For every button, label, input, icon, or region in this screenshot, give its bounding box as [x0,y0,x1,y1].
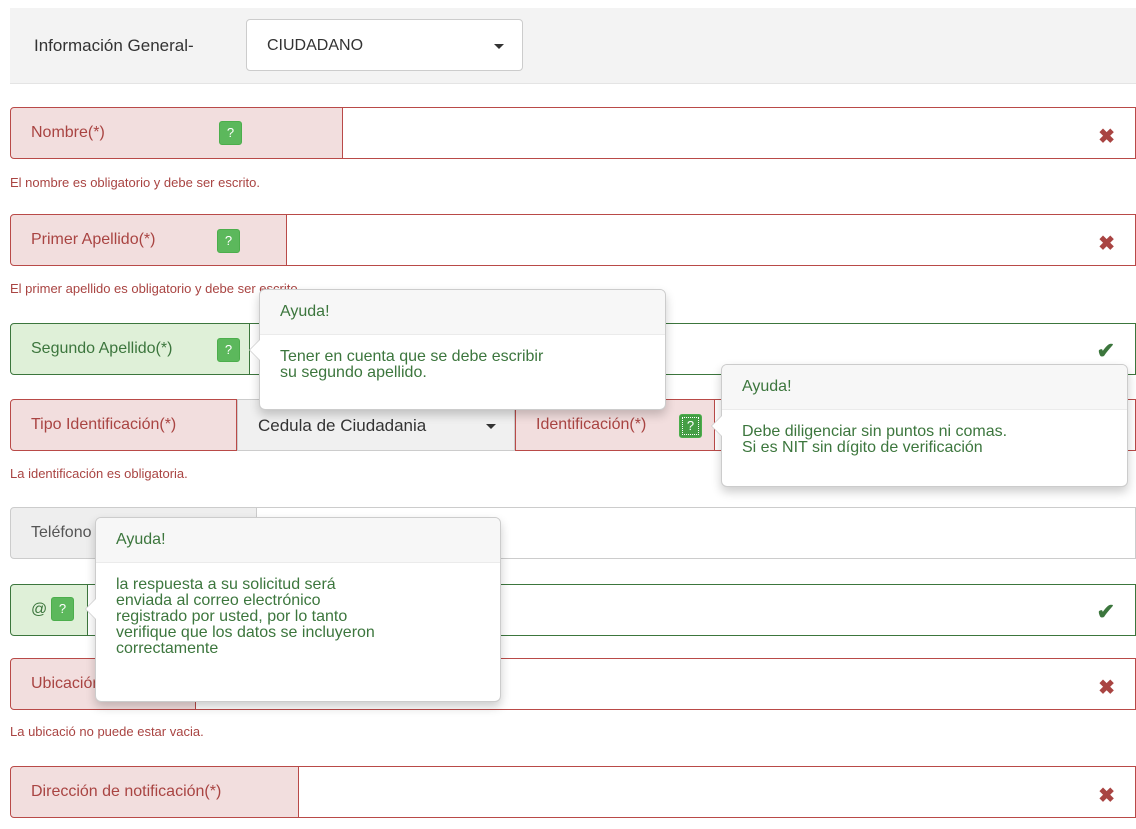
primer-apellido-input[interactable]: ✖ [287,214,1136,266]
general-info-header: Información General- CIUDADANO [10,8,1136,84]
identificacion-help-button[interactable]: ? [679,414,702,438]
error-x-icon: ✖ [1098,785,1115,807]
nombre-label: Nombre(*) [31,124,105,141]
check-icon: ✔ [1096,599,1115,624]
segundo-apellido-addon: Segundo Apellido(*) ? [10,323,250,375]
nombre-row: Nombre(*) ? ✖ [10,107,1136,159]
popover-line: Debe diligenciar sin puntos ni comas. [742,423,1008,440]
popover-arrow [85,598,96,620]
popover-arrow [711,415,722,437]
error-x-icon: ✖ [1098,677,1115,699]
popover-content: Tener en cuenta que se debe escribir su … [260,335,665,391]
email-help-button[interactable]: ? [51,597,74,621]
segundo-apellido-help-button[interactable]: ? [217,338,240,362]
telefono-label: Teléfono [31,524,92,541]
popover-line: la respuesta a su solicitud será [116,576,336,593]
popover-title: Ayuda! [96,518,500,563]
ubicacion-error: La ubicació no puede estar vacia. [10,724,204,739]
check-icon: ✔ [1096,338,1115,363]
direccion-row: Dirección de notificación(*) ✖ [10,766,1136,818]
nombre-error: El nombre es obligatorio y debe ser escr… [10,175,261,190]
popover-title: Ayuda! [722,365,1127,410]
nombre-input[interactable]: ✖ [343,107,1136,159]
general-info-label: Información General- [34,36,194,55]
error-x-icon: ✖ [1098,233,1115,255]
segundo-apellido-label: Segundo Apellido(*) [31,340,173,357]
popover-line: verifique que los datos se incluyeron [116,624,375,641]
popover-content: Debe diligenciar sin puntos ni comas. Si… [722,410,1127,466]
primer-apellido-help-button[interactable]: ? [217,229,240,253]
primer-apellido-label: Primer Apellido(*) [31,231,156,248]
popover-line: registrado por usted, por lo tanto [116,608,348,625]
direccion-addon: Dirección de notificación(*) [10,766,299,818]
person-type-value: CIUDADANO [267,37,364,54]
caret-down-icon [494,44,504,49]
error-x-icon: ✖ [1098,126,1115,148]
direccion-input[interactable]: ✖ [299,766,1136,818]
popover-line: Tener en cuenta que se debe escribir [280,348,544,365]
primer-apellido-addon: Primer Apellido(*) ? [10,214,287,266]
tipo-identificacion-value: Cedula de Ciudadania [258,416,427,435]
popover-line: Si es NIT sin dígito de verificación [742,439,983,456]
email-help-popover: Ayuda! la respuesta a su solicitud será … [85,517,501,702]
identificacion-help-popover: Ayuda! Debe diligenciar sin puntos ni co… [711,364,1128,487]
segundo-apellido-help-popover: Ayuda! Tener en cuenta que se debe escri… [249,289,666,410]
popover-content: la respuesta a su solicitud será enviada… [96,563,500,667]
popover-line: correctamente [116,640,219,657]
direccion-label: Dirección de notificación(*) [31,783,222,800]
nombre-addon: Nombre(*) ? [10,107,343,159]
popover-arrow [249,339,260,361]
tipo-identificacion-label: Tipo Identificación(*) [31,416,177,433]
primer-apellido-row: Primer Apellido(*) ? ✖ [10,214,1136,266]
caret-down-icon [486,424,496,429]
popover-title: Ayuda! [260,290,665,335]
identificacion-label: Identificación(*) [536,416,647,433]
tipo-identificacion-addon: Tipo Identificación(*) [10,399,237,451]
popover-line: enviada al correo electrónico [116,592,321,609]
identificacion-error: La identificación es obligatoria. [10,466,188,481]
ubicacion-label: Ubicación [31,675,102,692]
nombre-help-button[interactable]: ? [219,121,242,145]
primer-apellido-error: El primer apellido es obligatorio y debe… [10,281,302,296]
popover-line: su segundo apellido. [280,364,427,381]
email-addon: @ ? [10,584,88,636]
email-label: @ [31,601,48,618]
person-type-select[interactable]: CIUDADANO [246,19,523,71]
